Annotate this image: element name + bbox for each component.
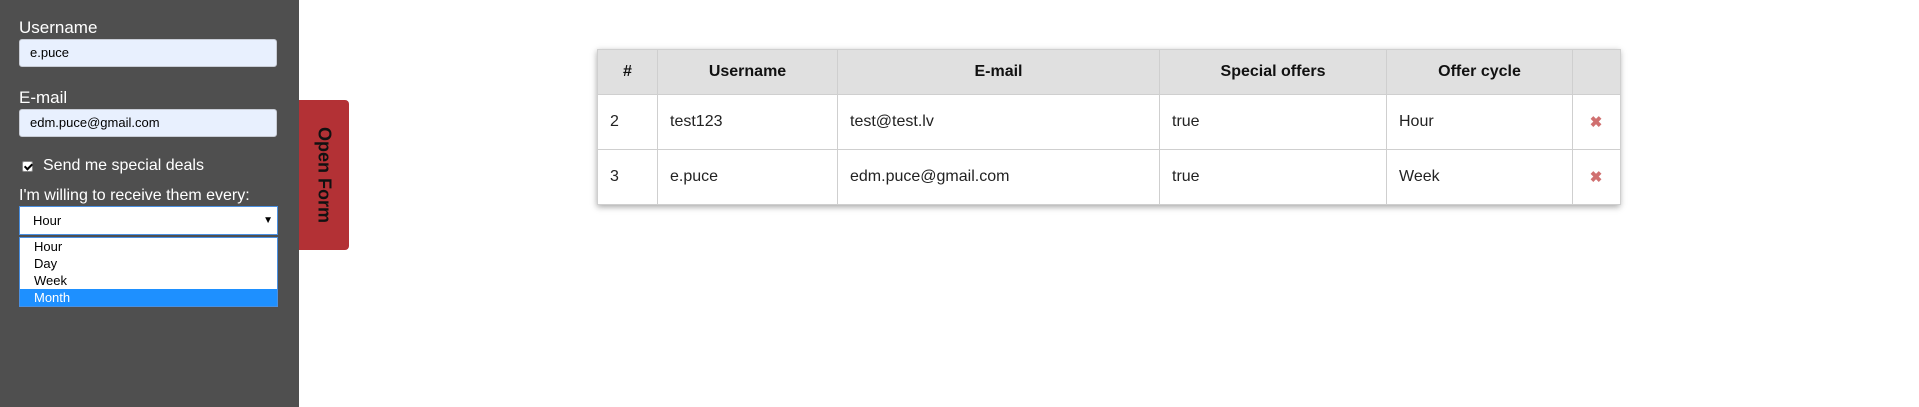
close-icon: ✖ bbox=[1589, 114, 1603, 131]
username-label: Username bbox=[19, 18, 98, 37]
email-input[interactable]: edm.puce@gmail.com bbox=[19, 109, 277, 137]
column-header-actions bbox=[1572, 49, 1621, 95]
special-deals-checkbox[interactable] bbox=[22, 160, 33, 172]
table-row: 3 e.puce edm.puce@gmail.com true Week ✖ bbox=[597, 149, 1621, 205]
offer-cycle-label: I'm willing to receive them every: bbox=[19, 187, 250, 204]
option-hour[interactable]: Hour bbox=[20, 238, 277, 255]
cell-offer-cycle: Hour bbox=[1386, 94, 1573, 150]
close-icon: ✖ bbox=[1589, 169, 1603, 186]
option-day[interactable]: Day bbox=[20, 255, 277, 272]
column-header-email: E-mail bbox=[837, 49, 1160, 95]
delete-row-button[interactable]: ✖ bbox=[1572, 94, 1621, 150]
open-form-tab[interactable]: Open Form bbox=[299, 100, 349, 250]
users-table: # Username E-mail Special offers Offer c… bbox=[597, 49, 1621, 205]
column-header-username: Username bbox=[657, 49, 838, 95]
username-input[interactable]: e.puce bbox=[19, 39, 277, 67]
delete-row-button[interactable]: ✖ bbox=[1572, 149, 1621, 205]
table-row: 2 test123 test@test.lv true Hour ✖ bbox=[597, 94, 1621, 150]
table-header-row: # Username E-mail Special offers Offer c… bbox=[597, 49, 1621, 95]
chevron-down-icon: ▼ bbox=[263, 215, 273, 226]
option-week[interactable]: Week bbox=[20, 272, 277, 289]
offer-cycle-selected-value: Hour bbox=[33, 213, 62, 228]
cell-id: 3 bbox=[597, 149, 658, 205]
open-form-label: Open Form bbox=[314, 126, 335, 224]
email-label: E-mail bbox=[19, 88, 68, 107]
column-header-special-offers: Special offers bbox=[1159, 49, 1387, 95]
column-header-id: # bbox=[597, 49, 658, 95]
special-deals-row: Send me special deals bbox=[22, 157, 204, 175]
option-month[interactable]: Month bbox=[20, 289, 277, 306]
special-deals-label: Send me special deals bbox=[43, 157, 204, 174]
cell-email: test@test.lv bbox=[837, 94, 1160, 150]
form-sidebar: Username e.puce E-mail edm.puce@gmail.co… bbox=[0, 0, 299, 407]
cell-offer-cycle: Week bbox=[1386, 149, 1573, 205]
offer-cycle-select[interactable]: Hour ▼ bbox=[19, 206, 278, 235]
cell-special-offers: true bbox=[1159, 94, 1387, 150]
column-header-offer-cycle: Offer cycle bbox=[1386, 49, 1573, 95]
cell-username: test123 bbox=[657, 94, 838, 150]
cell-email: edm.puce@gmail.com bbox=[837, 149, 1160, 205]
offer-cycle-dropdown: Hour Day Week Month bbox=[19, 237, 278, 307]
cell-id: 2 bbox=[597, 94, 658, 150]
cell-special-offers: true bbox=[1159, 149, 1387, 205]
cell-username: e.puce bbox=[657, 149, 838, 205]
